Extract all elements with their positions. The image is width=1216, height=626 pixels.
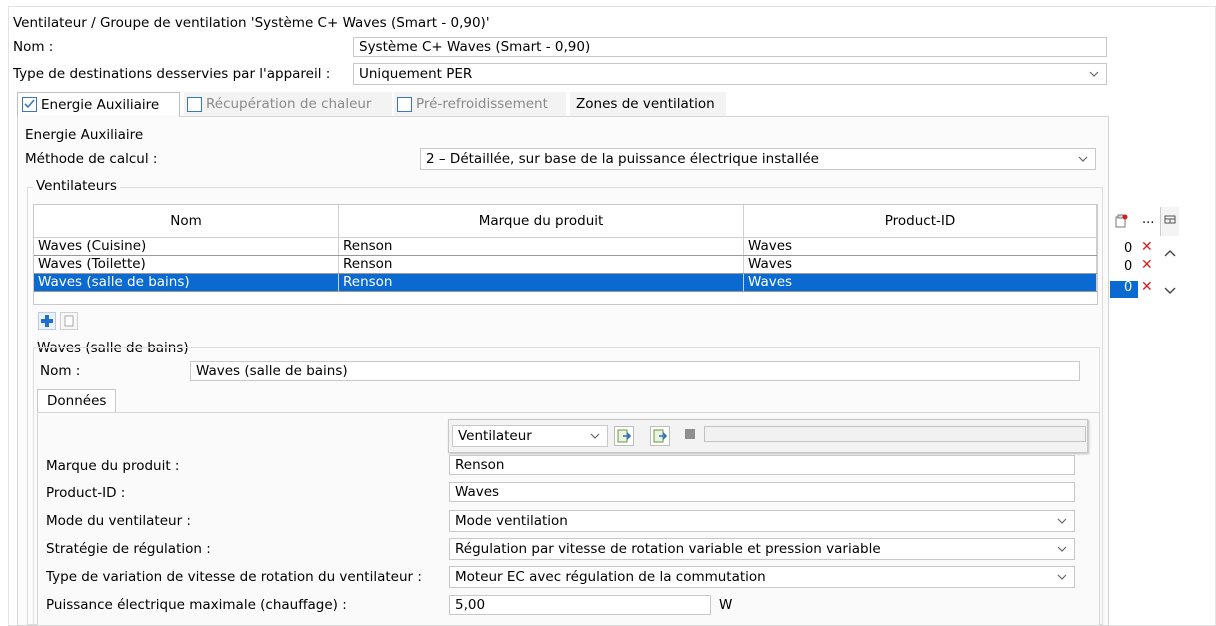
cell-brand: Renson xyxy=(338,273,744,292)
tab-pre-refroidissement[interactable]: Pré-refroidissement xyxy=(394,92,566,116)
scroll-up-icon[interactable] xyxy=(1164,246,1176,261)
chevron-down-icon xyxy=(1056,539,1068,559)
row-count: 0 xyxy=(1124,259,1133,274)
cell-pid: Waves xyxy=(743,255,1097,274)
tab-label: Zones de ventilation xyxy=(576,96,715,112)
delete-row-icon[interactable]: ✕ xyxy=(1141,239,1153,255)
status-square-icon xyxy=(685,429,695,439)
checkbox-unchecked-icon xyxy=(187,96,202,112)
name-field[interactable]: Système C+ Waves (Smart - 0,90) xyxy=(353,37,1107,57)
tab-label: Récupération de chaleur xyxy=(206,96,372,112)
column-header-nom[interactable]: Nom xyxy=(34,205,339,238)
product-id-label: Product-ID : xyxy=(46,485,126,501)
strategy-label: Stratégie de régulation : xyxy=(46,541,211,557)
power-unit: W xyxy=(719,597,733,613)
cell-brand: Renson xyxy=(338,255,744,274)
brand-field[interactable]: Renson xyxy=(449,455,1075,475)
type-select-value: Ventilateur xyxy=(458,428,532,444)
method-value: 2 – Détaillée, sur base de la puissance … xyxy=(426,151,819,167)
add-icon[interactable] xyxy=(38,312,56,330)
export-icon[interactable] xyxy=(650,426,670,446)
strategy-select[interactable]: Régulation par vitesse de rotation varia… xyxy=(449,538,1075,560)
fan-mode-select[interactable]: Mode ventilation xyxy=(449,510,1075,532)
cell-pid: Waves xyxy=(743,237,1097,256)
tab-recuperation-chaleur[interactable]: Récupération de chaleur xyxy=(184,92,392,116)
table-row[interactable]: Waves (Cuisine) Renson Waves xyxy=(34,237,1097,256)
delete-row-icon[interactable]: ✕ xyxy=(1141,279,1153,295)
delete-row-icon[interactable]: ✕ xyxy=(1141,257,1153,273)
chevron-down-icon xyxy=(1088,64,1100,84)
cell-pid: Waves xyxy=(743,273,1097,292)
toolbar-info-field xyxy=(704,426,1086,442)
column-header-marque[interactable]: Marque du produit xyxy=(338,205,744,238)
tab-zones-ventilation[interactable]: Zones de ventilation xyxy=(570,92,726,116)
type-select[interactable]: Ventilateur xyxy=(452,425,608,447)
cell-brand: Renson xyxy=(338,237,744,256)
column-header-product-id[interactable]: Product-ID xyxy=(743,205,1097,238)
brand-label: Marque du produit : xyxy=(46,458,180,474)
name-label: Nom : xyxy=(13,39,54,55)
checkbox-checked-icon xyxy=(22,97,37,112)
strategy-value: Régulation par vitesse de rotation varia… xyxy=(455,541,881,557)
chevron-down-icon xyxy=(589,426,601,446)
section-title: Energie Auxiliaire xyxy=(25,127,144,143)
row-count: 0 xyxy=(1124,280,1133,295)
tab-energie-auxiliaire[interactable]: Energie Auxiliaire xyxy=(17,92,180,116)
paste-icon[interactable] xyxy=(1114,214,1128,232)
fan-mode-label: Mode du ventilateur : xyxy=(46,513,191,529)
tab-label: Données xyxy=(47,393,107,409)
product-id-field[interactable]: Waves xyxy=(449,482,1075,502)
speed-variation-label: Type de variation de vitesse de rotation… xyxy=(46,569,422,585)
fans-table: Nom Marque du produit Product-ID Waves (… xyxy=(34,205,1097,292)
tab-joiner xyxy=(18,115,179,117)
table-row[interactable]: Waves (Toilette) Renson Waves xyxy=(34,255,1097,274)
table-header-row: Nom Marque du produit Product-ID xyxy=(34,205,1097,238)
speed-variation-value: Moteur EC avec régulation de la commutat… xyxy=(455,569,766,585)
destination-type-select[interactable]: Uniquement PER xyxy=(353,63,1107,85)
chevron-down-icon xyxy=(1056,511,1068,531)
speed-variation-select[interactable]: Moteur EC avec régulation de la commutat… xyxy=(449,566,1075,588)
chevron-down-icon xyxy=(1077,149,1089,169)
max-power-field[interactable]: 5,00 xyxy=(449,595,711,615)
method-select[interactable]: 2 – Détaillée, sur base de la puissance … xyxy=(420,148,1096,170)
destination-type-label: Type de destinations desservies par l'ap… xyxy=(13,66,331,82)
tab-donnees[interactable]: Données xyxy=(37,389,116,413)
column-chooser-icon[interactable] xyxy=(1160,207,1179,236)
window-title: Ventilateur / Groupe de ventilation 'Sys… xyxy=(13,15,490,31)
detail-name-field[interactable]: Waves (salle de bains) xyxy=(190,361,1080,381)
row-count: 0 xyxy=(1124,241,1133,256)
table-row-selected[interactable]: Waves (salle de bains) Renson Waves xyxy=(34,273,1097,292)
import-icon[interactable] xyxy=(614,426,634,446)
cell-name: Waves (Cuisine) xyxy=(34,237,339,256)
more-columns-button[interactable]: ... xyxy=(1142,212,1154,227)
destination-type-value: Uniquement PER xyxy=(359,66,473,82)
max-power-label: Puissance électrique maximale (chauffage… xyxy=(46,597,347,613)
method-label: Méthode de calcul : xyxy=(25,151,158,167)
cell-name: Waves (salle de bains) xyxy=(34,273,339,292)
fans-title: Ventilateurs xyxy=(33,177,120,195)
checkbox-unchecked-icon xyxy=(397,96,412,112)
cell-name: Waves (Toilette) xyxy=(34,255,339,274)
copy-icon[interactable] xyxy=(60,312,78,330)
detail-name-label: Nom : xyxy=(40,363,81,379)
chevron-down-icon xyxy=(1056,567,1068,587)
tab-label: Pré-refroidissement xyxy=(416,96,548,112)
scroll-down-icon[interactable] xyxy=(1164,284,1176,299)
tab-label: Energie Auxiliaire xyxy=(41,96,160,113)
fan-mode-value: Mode ventilation xyxy=(455,513,568,529)
